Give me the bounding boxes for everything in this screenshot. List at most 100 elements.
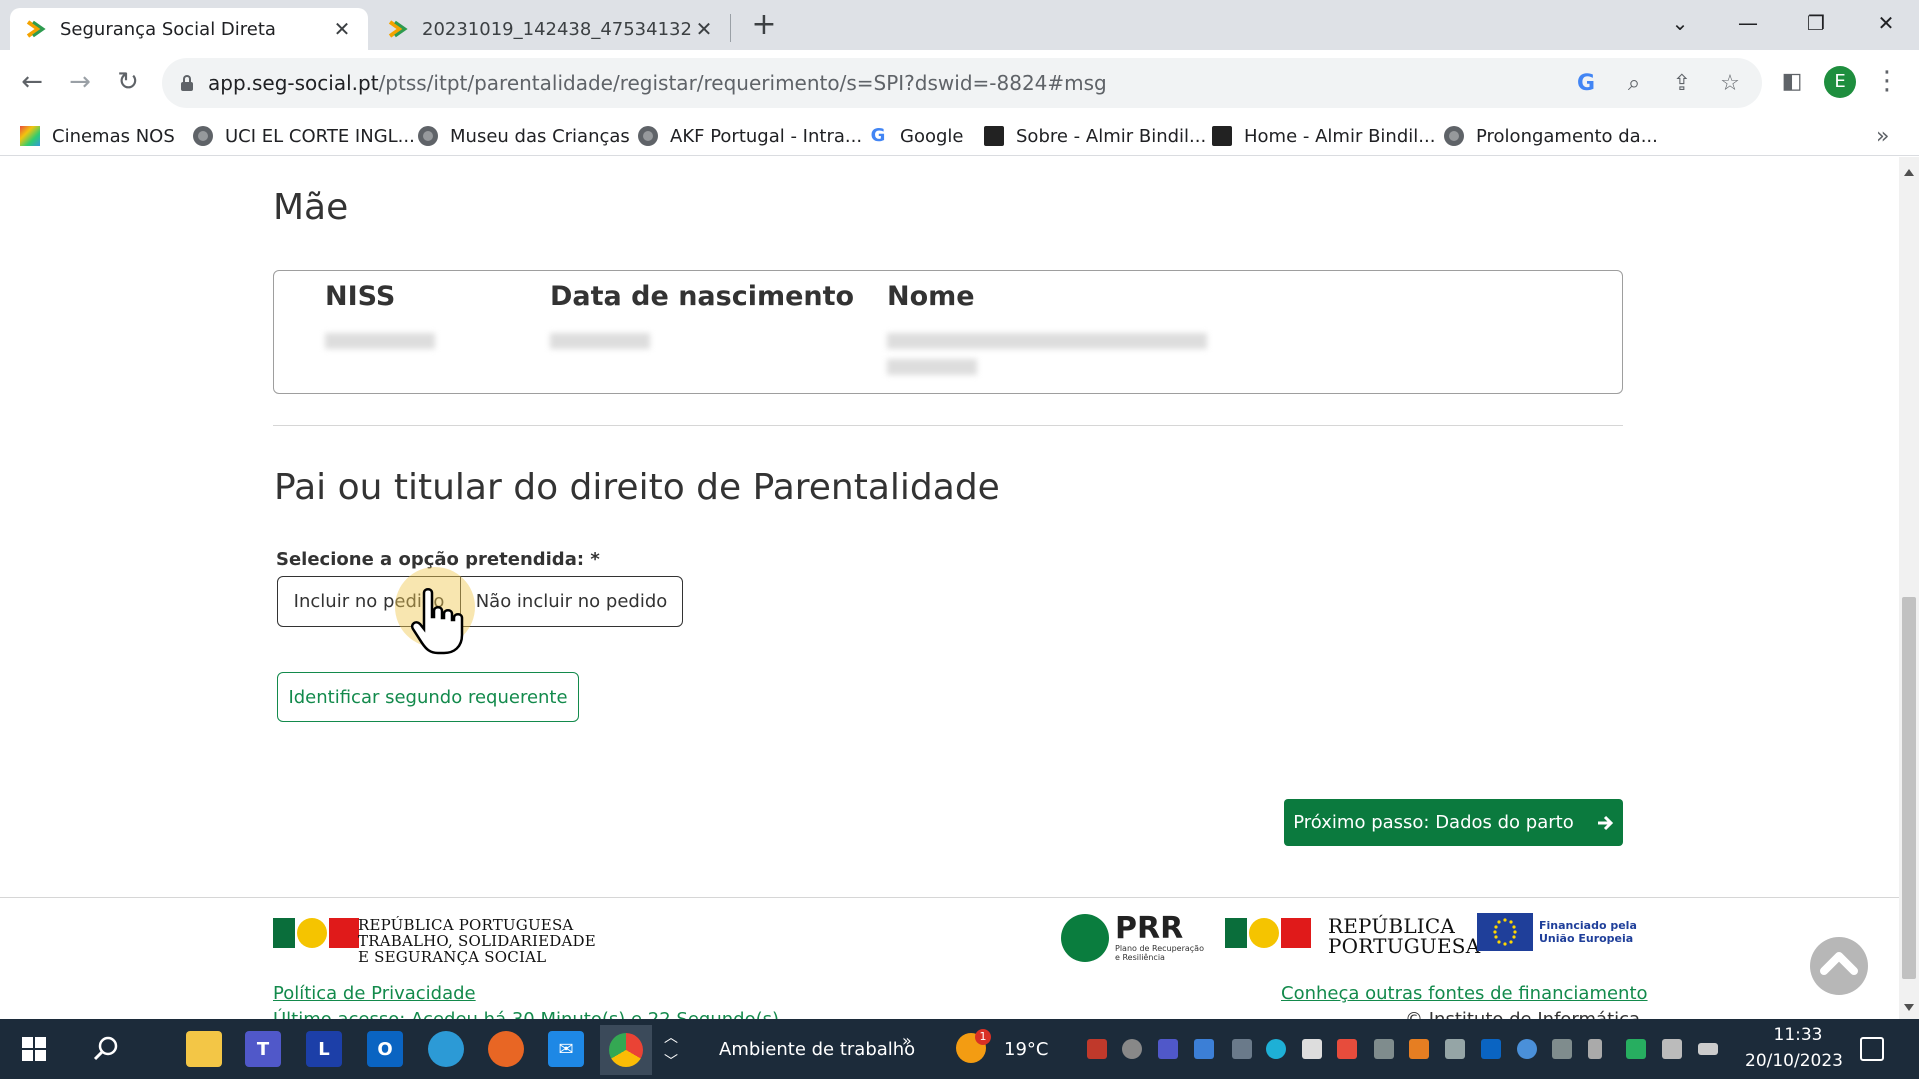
security-shield-icon[interactable]: [1626, 1039, 1646, 1059]
footer-divider: [0, 897, 1899, 898]
battery-icon[interactable]: [1698, 1043, 1718, 1055]
bookmark-prolongamento[interactable]: Prolongamento da...: [1444, 122, 1658, 150]
bookmark-home-almir[interactable]: Home - Almir Bindil...: [1212, 122, 1435, 150]
search-icon[interactable]: [92, 1035, 120, 1063]
outlook-tray-icon[interactable]: [1481, 1039, 1501, 1059]
hand-pointer-cursor-icon: [411, 588, 464, 655]
skype-icon[interactable]: [1122, 1039, 1142, 1059]
tray-app-icon[interactable]: [1194, 1039, 1214, 1059]
forward-arrow-icon[interactable]: →: [62, 64, 98, 100]
tab-screenshot[interactable]: 20231019_142438_475341324722 ✕: [372, 8, 730, 50]
tab-title: 20231019_142438_475341324722: [422, 18, 692, 40]
privacy-policy-link[interactable]: Política de Privacidade: [273, 983, 476, 1004]
tray-e-icon[interactable]: [1266, 1039, 1286, 1059]
notifications-icon[interactable]: [1860, 1037, 1884, 1061]
redacted-birthdate: [550, 333, 650, 349]
edge-icon[interactable]: [428, 1031, 464, 1067]
scroll-up-arrow-icon[interactable]: [1904, 169, 1914, 176]
share-icon[interactable]: ⇪: [1668, 70, 1696, 98]
launcher-l-icon[interactable]: L: [306, 1031, 342, 1067]
tray-app-icon[interactable]: [1374, 1039, 1394, 1059]
funding-sources-link[interactable]: Conheça outras fontes de financiamento: [1281, 983, 1648, 1004]
wifi-icon[interactable]: [1232, 1039, 1252, 1059]
chrome-icon: [609, 1033, 643, 1067]
bookmark-sobre-almir[interactable]: Sobre - Almir Bindil...: [984, 122, 1206, 150]
almir-site-icon: [1212, 126, 1232, 146]
tab-seguranca-social[interactable]: Segurança Social Direta ✕: [10, 8, 368, 50]
scroll-down-arrow-icon[interactable]: [1904, 1004, 1914, 1011]
republica-portuguesa-logo: [273, 918, 359, 948]
bookmark-akf[interactable]: AKF Portugal - Intra...: [638, 122, 862, 150]
toolbar-expand-icon[interactable]: »: [902, 1031, 912, 1050]
globe-icon: [193, 126, 213, 146]
menu-kebab-icon[interactable]: ⋮: [1874, 66, 1900, 100]
page-scrollbar[interactable]: [1899, 157, 1919, 1019]
usb-icon[interactable]: [1588, 1039, 1602, 1059]
firefox-icon[interactable]: [488, 1031, 524, 1067]
profile-avatar[interactable]: E: [1824, 66, 1856, 98]
mae-heading: Mãe: [273, 187, 349, 228]
pai-heading: Pai ou titular do direito de Parentalida…: [274, 467, 1000, 508]
tray-app-icon[interactable]: [1409, 1039, 1429, 1059]
google-lens-icon[interactable]: G: [1572, 70, 1600, 98]
next-step-button[interactable]: Próximo passo: Dados do parto: [1284, 799, 1623, 846]
new-tab-icon[interactable]: +: [748, 10, 780, 42]
google-icon: G: [870, 125, 886, 146]
chrome-taskbar-button[interactable]: [600, 1025, 652, 1075]
bookmarks-bar: Cinemas NOS UCI EL CORTE INGL... Museu d…: [0, 116, 1919, 156]
option-nao-incluir-no-pedido[interactable]: Não incluir no pedido: [461, 577, 682, 626]
outlook-icon[interactable]: O: [367, 1031, 403, 1067]
bookmark-museu[interactable]: Museu das Crianças: [418, 122, 630, 150]
side-panel-icon[interactable]: ◧: [1774, 64, 1810, 100]
inclusion-toggle: Incluir no pedido Não incluir no pedido: [277, 576, 683, 627]
onedrive-icon[interactable]: [1517, 1039, 1537, 1059]
windows-taskbar: T L O ✉ ︿ ﹀ Ambiente de trabalho » 1 19°…: [0, 1019, 1919, 1079]
bookmark-star-icon[interactable]: ☆: [1716, 70, 1744, 98]
close-tab-icon[interactable]: ✕: [692, 17, 716, 41]
windows-start-icon[interactable]: [22, 1037, 46, 1061]
address-bar[interactable]: app.seg-social.pt/ptss/itpt/parentalidad…: [162, 58, 1762, 108]
clock-time[interactable]: 11:33: [1758, 1025, 1838, 1045]
close-window-icon[interactable]: ✕: [1866, 6, 1906, 40]
weather-badge: 1: [975, 1029, 991, 1045]
restore-icon[interactable]: ❐: [1796, 6, 1836, 40]
browser-toolbar: ← → ↻ app.seg-social.pt/ptss/itpt/parent…: [0, 50, 1919, 116]
redacted-niss: [325, 333, 435, 349]
more-bookmarks-chevron-icon[interactable]: »: [1876, 124, 1889, 149]
desktop-toolbar-label[interactable]: Ambiente de trabalho: [719, 1039, 915, 1060]
clock-date[interactable]: 20/10/2023: [1734, 1051, 1854, 1071]
minimize-icon[interactable]: —: [1728, 6, 1768, 40]
taskbar-scroll-up-icon[interactable]: ︿: [664, 1027, 678, 1047]
bookmark-google[interactable]: G Google: [868, 122, 964, 150]
file-explorer-icon[interactable]: [186, 1031, 222, 1067]
identify-second-applicant-button[interactable]: Identificar segundo requerente: [277, 672, 579, 722]
tray-app-icon[interactable]: [1087, 1039, 1107, 1059]
tab-separator: [730, 14, 731, 42]
zoom-icon[interactable]: ⌕: [1620, 70, 1648, 98]
lock-icon[interactable]: [180, 75, 194, 91]
volume-icon[interactable]: [1662, 1039, 1682, 1059]
eu-funding-logo: Financiado pela União Europeia: [1477, 913, 1637, 951]
tray-app-icon[interactable]: [1337, 1039, 1357, 1059]
bookmark-uci[interactable]: UCI EL CORTE INGL...: [193, 122, 415, 150]
scrollbar-thumb[interactable]: [1902, 597, 1916, 979]
tab-search-chevron-icon[interactable]: ⌄: [1660, 6, 1700, 40]
mail-tray-icon[interactable]: [1445, 1039, 1465, 1059]
bookmark-cinemas-nos[interactable]: Cinemas NOS: [20, 122, 175, 150]
taskbar-scroll-down-icon[interactable]: ﹀: [664, 1051, 678, 1071]
teams-icon[interactable]: T: [245, 1031, 281, 1067]
tray-app-icon[interactable]: [1552, 1039, 1572, 1059]
seg-social-favicon-icon: [24, 18, 46, 40]
teams-tray-icon[interactable]: [1158, 1039, 1178, 1059]
weather-temperature[interactable]: 19°C: [1004, 1039, 1048, 1060]
reload-icon[interactable]: ↻: [110, 64, 146, 100]
mail-icon[interactable]: ✉: [548, 1031, 584, 1067]
mae-info-card: NISS Data de nascimento Nome: [273, 270, 1623, 394]
back-arrow-icon[interactable]: ←: [14, 64, 50, 100]
dropbox-icon[interactable]: [1302, 1039, 1322, 1059]
seg-social-favicon-icon: [386, 18, 408, 40]
arrow-right-icon: [1597, 815, 1613, 830]
close-tab-icon[interactable]: ✕: [330, 17, 354, 41]
back-to-top-button[interactable]: [1810, 937, 1868, 995]
url-text[interactable]: app.seg-social.pt/ptss/itpt/parentalidad…: [208, 71, 1107, 95]
